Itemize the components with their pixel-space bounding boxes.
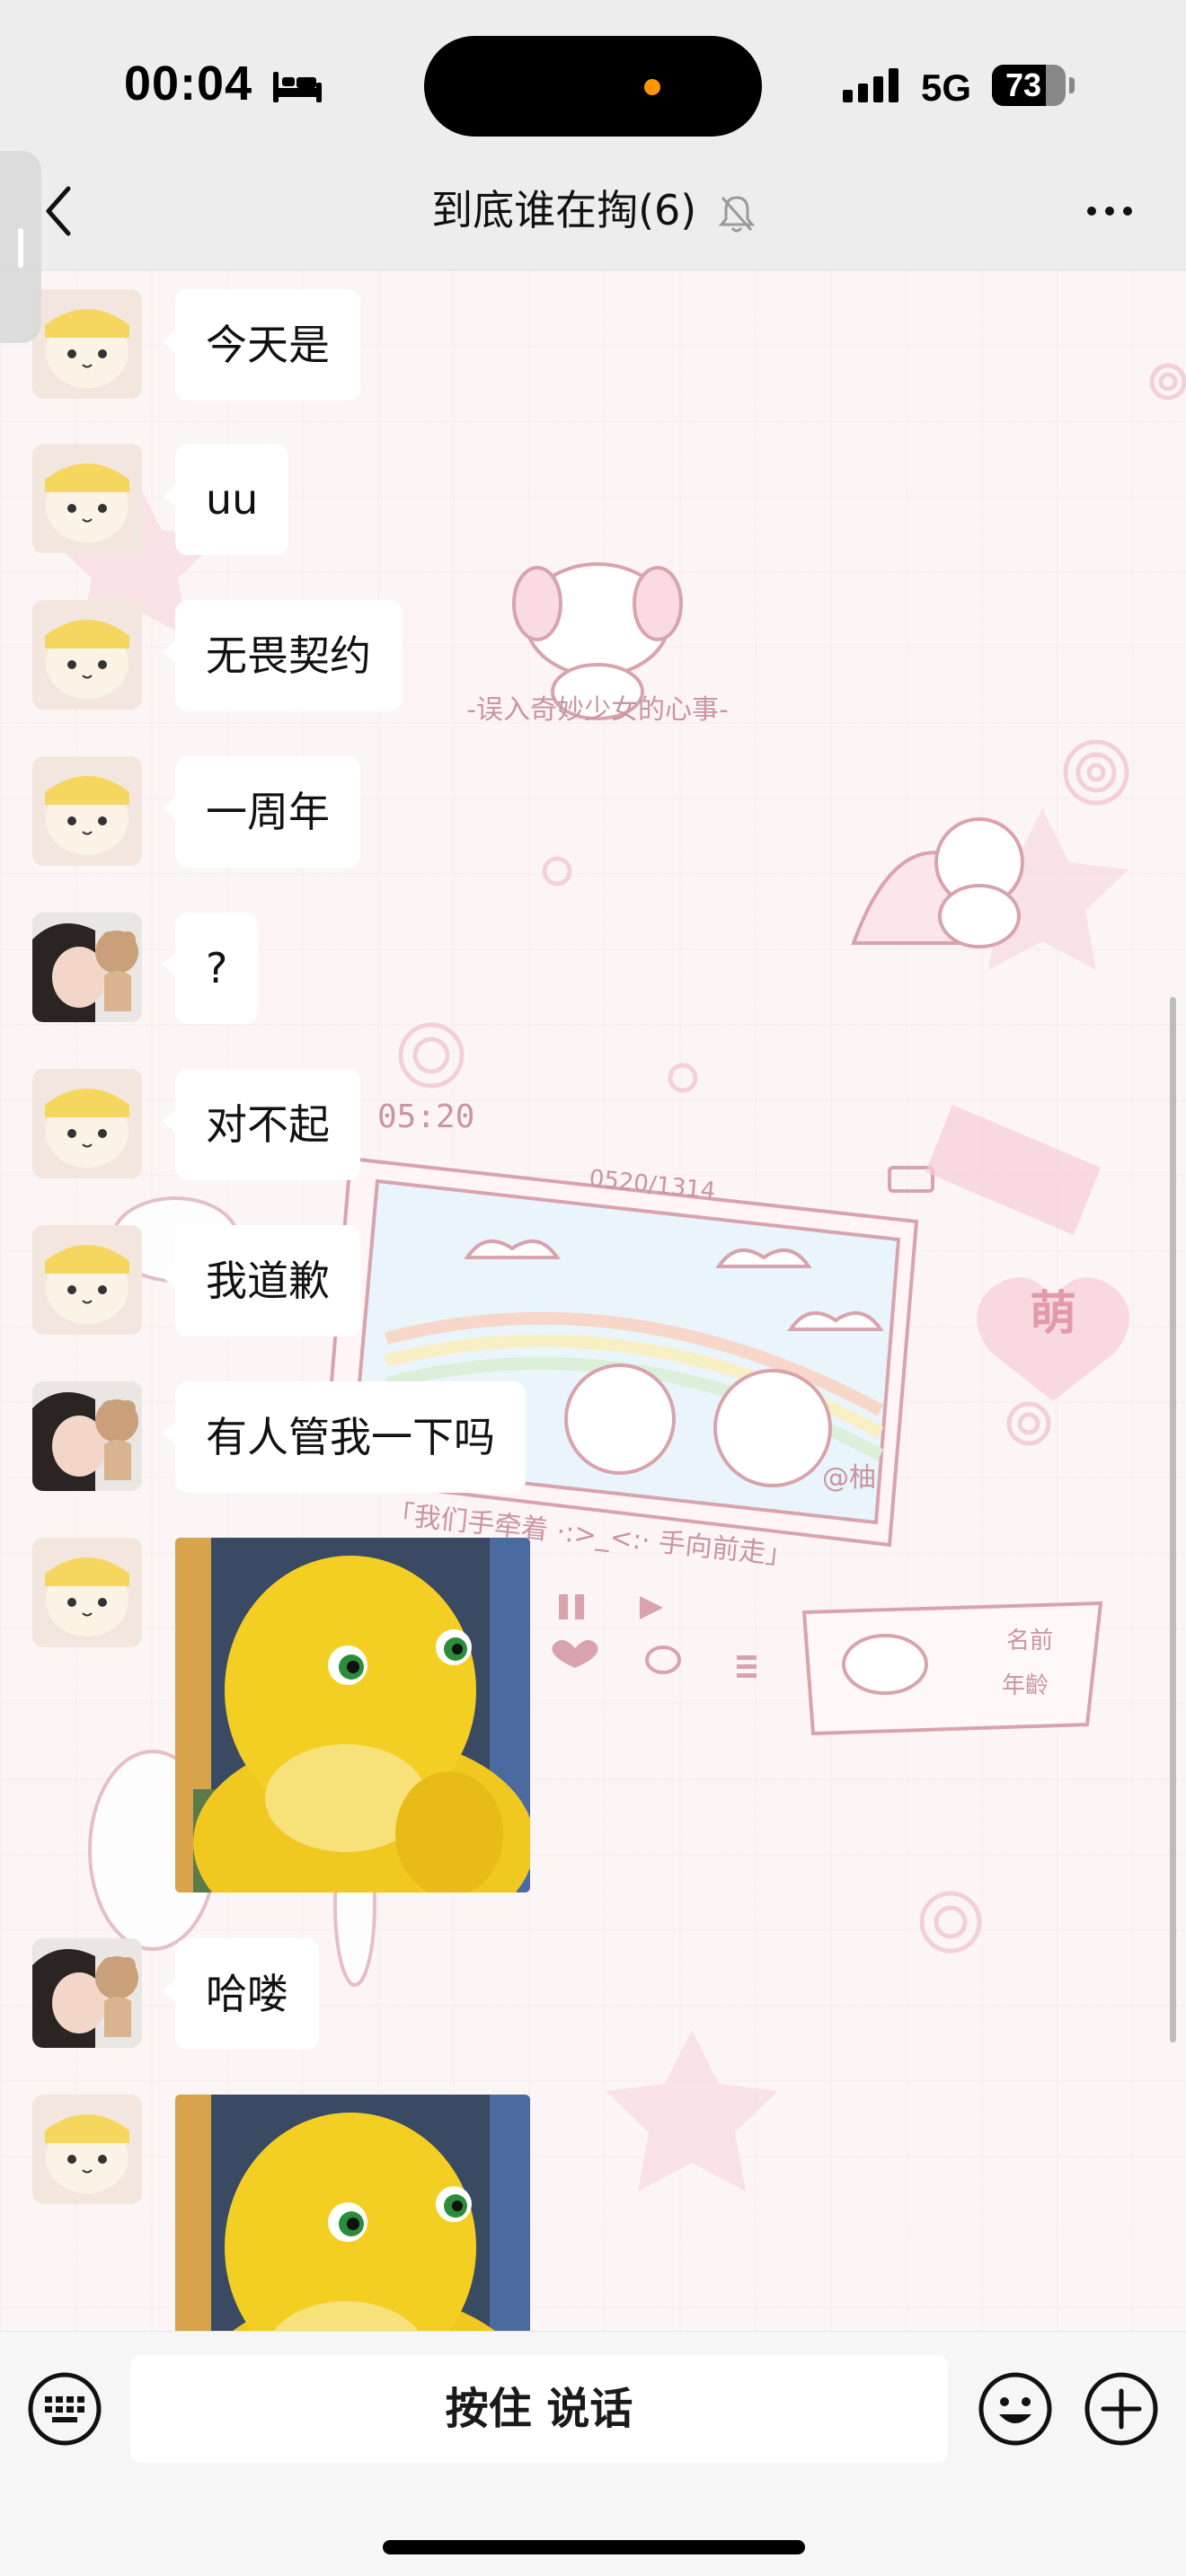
cat-avatar[interactable] bbox=[32, 1538, 142, 1647]
image-message[interactable] bbox=[175, 1538, 530, 1892]
battery-level: 73 bbox=[1005, 66, 1042, 103]
message-bubble[interactable]: 我道歉 bbox=[163, 1225, 360, 1337]
cat-avatar-icon bbox=[32, 600, 142, 710]
message-bubble[interactable]: 有人管我一下吗 bbox=[163, 1381, 526, 1493]
cat-avatar[interactable] bbox=[32, 1069, 142, 1178]
girl-avatar[interactable] bbox=[32, 1381, 142, 1491]
image-message[interactable] bbox=[175, 2095, 530, 2331]
cat-avatar-icon bbox=[32, 2095, 142, 2204]
wallpaper-moe: 萌 bbox=[1030, 1287, 1076, 1341]
girl-avatar-icon bbox=[32, 1938, 142, 2048]
privacy-indicator-dot bbox=[644, 79, 660, 95]
message-bubble[interactable]: 对不起 bbox=[163, 1069, 360, 1180]
girl-avatar-icon bbox=[32, 913, 142, 1022]
girl-avatar[interactable] bbox=[32, 1938, 142, 2048]
cat-avatar-icon bbox=[32, 1538, 142, 1647]
message-bubble[interactable]: 今天是 bbox=[163, 289, 360, 401]
cat-avatar[interactable] bbox=[32, 1225, 142, 1335]
wallpaper-caption-1: -误入奇妙少女的心事- bbox=[466, 694, 729, 726]
cat-avatar-icon bbox=[32, 1225, 142, 1335]
hold-to-talk-button[interactable]: 按住 说话 bbox=[130, 2355, 948, 2463]
back-chevron-icon[interactable] bbox=[40, 180, 75, 243]
more-options-icon[interactable] bbox=[1083, 198, 1137, 225]
cat-avatar[interactable] bbox=[32, 600, 142, 710]
network-type: 5G bbox=[921, 66, 972, 109]
wallpaper-handle: @柚 bbox=[822, 1462, 876, 1494]
wallpaper-clock: 05:20 bbox=[377, 1098, 474, 1135]
side-drawer-handle-grip bbox=[18, 228, 23, 268]
emoji-icon[interactable] bbox=[978, 2371, 1053, 2447]
message-bubble[interactable]: 无畏契约 bbox=[163, 600, 402, 711]
cat-avatar-icon bbox=[32, 289, 142, 399]
chat-title[interactable]: 到底谁在掏(6) bbox=[431, 183, 696, 237]
more-functions-plus-icon[interactable] bbox=[1084, 2371, 1159, 2447]
yellow-duck-sticker-icon bbox=[175, 1538, 530, 1892]
battery-icon: 73 bbox=[992, 65, 1066, 106]
dynamic-island bbox=[424, 36, 762, 137]
keyboard-toggle-icon[interactable] bbox=[27, 2371, 102, 2447]
yellow-duck-sticker-icon bbox=[175, 2095, 530, 2331]
scrollbar[interactable] bbox=[1170, 997, 1176, 2042]
girl-avatar-icon bbox=[32, 1381, 142, 1491]
cat-avatar-icon bbox=[32, 756, 142, 866]
cat-avatar-icon bbox=[32, 444, 142, 553]
message-bubble[interactable]: 哈喽 bbox=[163, 1938, 319, 2050]
wallpaper-age-label: 年齡 bbox=[1002, 1672, 1049, 1699]
cat-avatar[interactable] bbox=[32, 444, 142, 553]
sleep-focus-icon bbox=[273, 72, 322, 102]
cellular-signal-icon bbox=[843, 68, 898, 102]
cat-avatar[interactable] bbox=[32, 2095, 142, 2204]
cat-avatar[interactable] bbox=[32, 289, 142, 399]
message-bubble[interactable]: ? bbox=[162, 913, 259, 1024]
girl-avatar[interactable] bbox=[32, 913, 142, 1022]
cat-avatar-icon bbox=[32, 1069, 142, 1178]
home-indicator[interactable] bbox=[383, 2540, 805, 2554]
cat-avatar[interactable] bbox=[32, 756, 142, 866]
message-bubble[interactable]: uu bbox=[162, 444, 289, 555]
battery-cap bbox=[1069, 77, 1075, 93]
wallpaper-name-label: 名前 bbox=[1006, 1628, 1053, 1654]
message-bubble[interactable]: 一周年 bbox=[163, 756, 360, 868]
status-time: 00:04 bbox=[124, 57, 253, 110]
